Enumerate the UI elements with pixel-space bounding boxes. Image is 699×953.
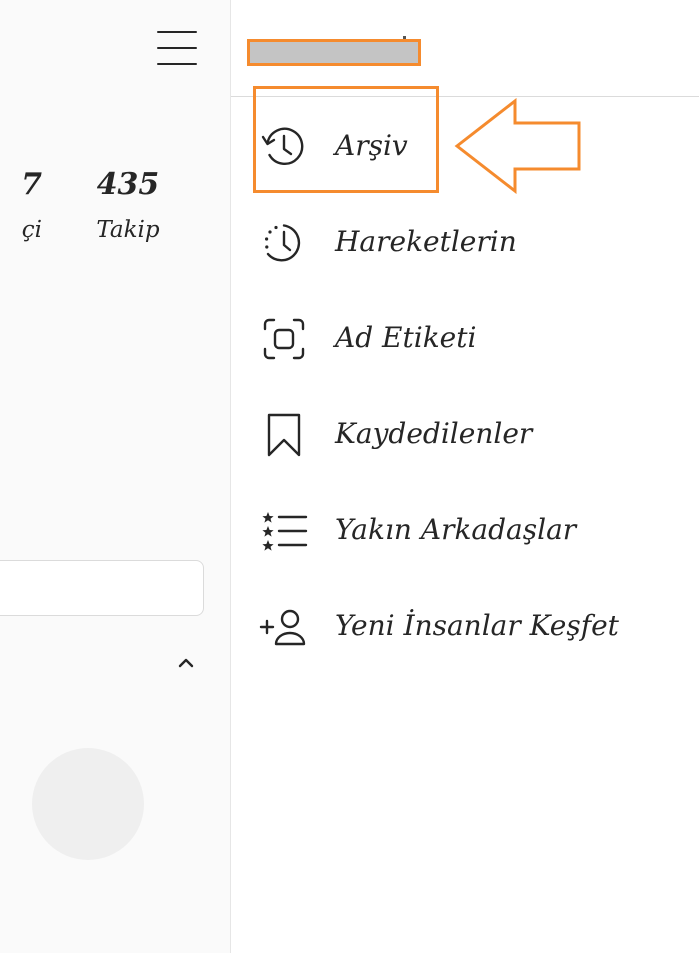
menu-item-close-friends[interactable]: Yakın Arkadaşlar <box>231 482 699 578</box>
following-count: 435 <box>96 167 160 202</box>
menu-item-saved[interactable]: Kaydedilenler <box>231 386 699 482</box>
side-drawer: Arşiv Hareketlerin Ad Etiketi Kaydedilen… <box>231 0 699 953</box>
hamburger-icon-bar <box>157 63 197 65</box>
menu-item-nametag[interactable]: Ad Etiketi <box>231 290 699 386</box>
nametag-scan-icon <box>259 314 309 364</box>
menu-item-activity[interactable]: Hareketlerin <box>231 194 699 290</box>
menu-item-label: Yeni İnsanlar Keşfet <box>335 609 619 642</box>
menu-item-label: Arşiv <box>335 129 408 162</box>
redacted-username <box>247 39 421 66</box>
bookmark-icon <box>259 410 309 460</box>
menu-item-label: Yakın Arkadaşlar <box>335 513 577 546</box>
profile-action-box[interactable] <box>0 560 204 616</box>
followers-label: çi <box>21 217 42 243</box>
activity-clock-icon <box>259 218 309 268</box>
menu-item-label: Ad Etiketi <box>335 321 477 354</box>
followers-stat[interactable]: 7 çi <box>0 168 42 244</box>
add-person-icon <box>259 602 309 652</box>
hamburger-icon-bar <box>157 47 197 49</box>
menu-item-archive[interactable]: Arşiv <box>231 98 699 194</box>
collapse-suggestions-button[interactable] <box>172 648 200 676</box>
drawer-header <box>231 0 699 97</box>
following-label: Takip <box>96 217 160 243</box>
followers-count: 7 <box>21 167 42 202</box>
menu-item-label: Kaydedilenler <box>335 417 533 450</box>
chevron-up-icon <box>178 658 194 668</box>
suggestion-avatar <box>32 748 144 860</box>
hamburger-icon <box>157 31 197 33</box>
menu-item-label: Hareketlerin <box>335 225 517 258</box>
history-clock-icon <box>259 122 309 172</box>
menu-item-discover-people[interactable]: Yeni İnsanlar Keşfet <box>231 578 699 674</box>
close-friends-list-icon <box>259 506 309 556</box>
profile-pane: 7 çi 435 Takip <box>0 0 231 953</box>
following-stat[interactable]: 435 Takip <box>88 168 168 244</box>
hamburger-menu-button[interactable] <box>152 26 202 70</box>
